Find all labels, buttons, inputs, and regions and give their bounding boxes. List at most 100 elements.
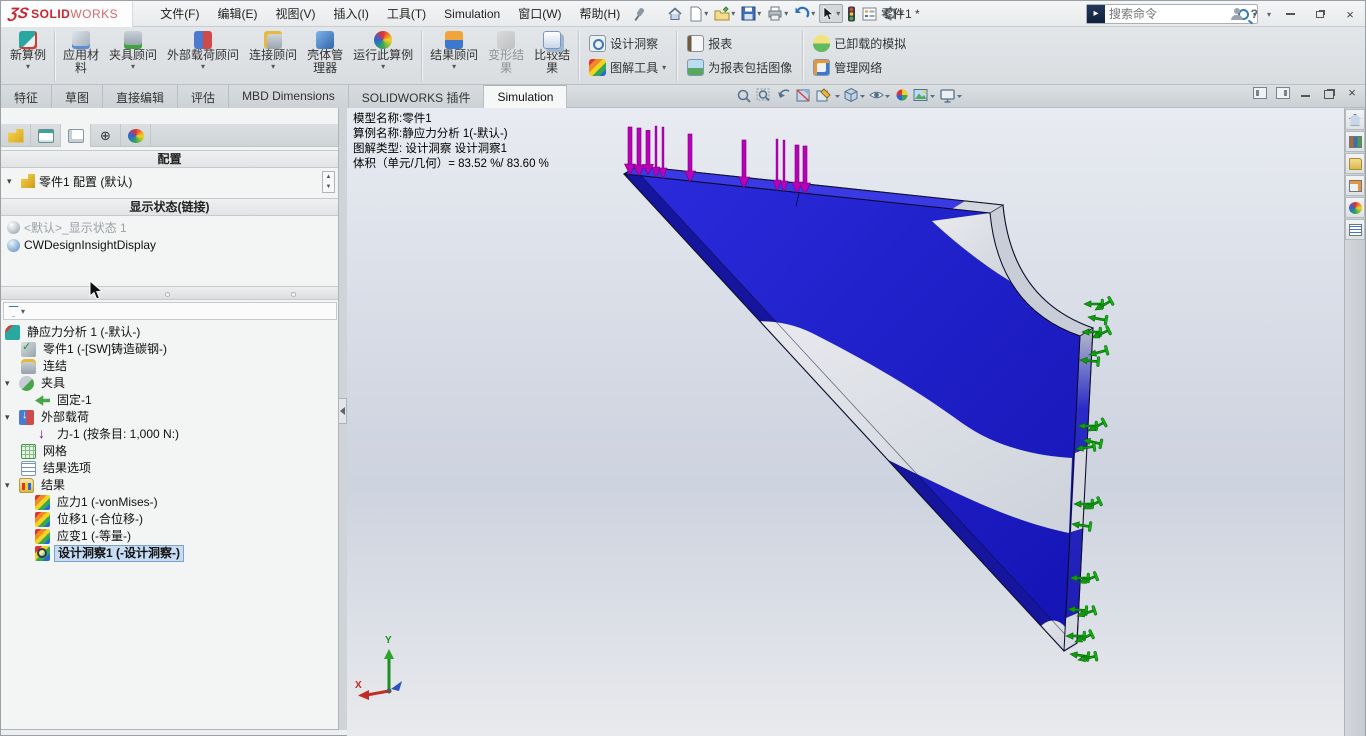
view-orientation-icon[interactable]	[845, 89, 857, 102]
open-button[interactable]: ▾	[712, 5, 737, 23]
help-button[interactable]: ?	[1251, 7, 1258, 21]
taskpane-file-explorer-button[interactable]	[1345, 153, 1365, 174]
panel-splitter[interactable]	[1, 286, 338, 300]
connections-advisor-button[interactable]: 连接顾问 ▾	[244, 30, 302, 82]
plot-tools-button[interactable]: 图解工具 ▾	[586, 57, 669, 78]
tab-simulation[interactable]: Simulation	[484, 85, 567, 108]
expand-caret[interactable]	[7, 176, 17, 187]
taskpane-view-palette-button[interactable]	[1345, 175, 1365, 196]
menu-view[interactable]: 视图(V)	[267, 1, 325, 26]
pane-left-icon[interactable]	[1253, 87, 1267, 99]
tree-item-external-loads[interactable]: 外部载荷	[1, 409, 338, 426]
configurationmanager-tab[interactable]	[61, 124, 91, 147]
hide-show-caret[interactable]	[885, 95, 890, 98]
view-settings-icon[interactable]	[941, 90, 954, 102]
annotation-view-caret[interactable]	[835, 95, 840, 98]
user-account-icon[interactable]	[1231, 8, 1243, 20]
pin-menu-icon[interactable]	[633, 7, 647, 21]
menu-tools[interactable]: 工具(T)	[378, 1, 435, 26]
tree-item-results[interactable]: 结果	[1, 477, 338, 494]
new-study-button[interactable]: 新算例 ▾	[5, 30, 51, 82]
design-insight-button[interactable]: 设计洞察	[586, 33, 669, 54]
tree-item-result-options[interactable]: 结果选项	[1, 460, 338, 477]
doc-close-button[interactable]: ×	[1345, 87, 1359, 99]
offloaded-simulation-button[interactable]: 已卸载的模拟	[810, 33, 909, 54]
restore-button[interactable]	[1309, 5, 1331, 23]
select-tool-button[interactable]: ▾	[819, 4, 843, 23]
tab-features[interactable]: 特征	[1, 85, 52, 108]
expand-caret[interactable]	[5, 378, 15, 389]
menu-window[interactable]: 窗口(W)	[509, 1, 570, 26]
tree-item-connections[interactable]: 连结	[1, 358, 338, 375]
home-button[interactable]	[665, 5, 685, 23]
tree-item-fixtures[interactable]: 夹具	[1, 375, 338, 392]
filter-caret[interactable]: ▾	[21, 307, 25, 316]
options-list-button[interactable]	[860, 6, 879, 22]
panel-collapse-button[interactable]	[338, 398, 347, 424]
apply-scene-icon[interactable]	[914, 90, 927, 101]
doc-minimize-button[interactable]	[1299, 87, 1313, 99]
undo-button[interactable]: ▾	[792, 5, 817, 22]
view-orientation-caret[interactable]	[860, 95, 865, 98]
tree-item-force-1[interactable]: 力-1 (按条目: 1,000 N:)	[1, 426, 338, 443]
tree-item-design-insight1[interactable]: 设计洞察1 (-设计洞察-)	[1, 545, 338, 562]
tab-solidworks-addins[interactable]: SOLIDWORKS 插件	[349, 85, 485, 108]
zoom-to-fit-icon[interactable]	[739, 91, 751, 103]
displaymanager-tab[interactable]	[121, 124, 151, 147]
taskpane-appearances-button[interactable]	[1345, 197, 1365, 218]
tab-mbd-dimensions[interactable]: MBD Dimensions	[229, 85, 349, 108]
menu-file[interactable]: 文件(F)	[151, 1, 208, 26]
menu-simulation[interactable]: Simulation	[435, 3, 509, 25]
menu-help[interactable]: 帮助(H)	[571, 1, 630, 26]
print-button[interactable]: ▾	[765, 5, 790, 22]
tree-item-displacement1[interactable]: 位移1 (-合位移-)	[1, 511, 338, 528]
section-view-icon[interactable]	[797, 90, 809, 101]
search-input[interactable]	[1109, 7, 1238, 21]
manage-network-button[interactable]: 管理网络	[810, 57, 909, 78]
previous-view-icon[interactable]	[778, 90, 789, 98]
menu-edit[interactable]: 编辑(E)	[209, 1, 267, 26]
config-spinner[interactable]: ▲▼	[322, 171, 335, 193]
tree-item-stress1[interactable]: 应力1 (-vonMises-)	[1, 494, 338, 511]
menu-insert[interactable]: 插入(I)	[325, 1, 378, 26]
shell-manager-button[interactable]: 壳体管 理器	[302, 30, 348, 82]
zoom-to-area-icon[interactable]	[757, 89, 769, 101]
fixtures-advisor-button[interactable]: 夹具顾问 ▾	[104, 30, 162, 82]
doc-restore-button[interactable]	[1322, 87, 1336, 99]
featuremanager-tab[interactable]	[1, 124, 31, 147]
view-settings-caret[interactable]	[957, 95, 962, 98]
model-front-face[interactable]	[624, 166, 1093, 653]
taskpane-custom-properties-button[interactable]	[1345, 219, 1365, 240]
new-document-button[interactable]: ▾	[687, 5, 710, 23]
results-advisor-button[interactable]: 结果顾问 ▾	[425, 30, 483, 82]
tree-item-strain1[interactable]: 应变1 (-等量-)	[1, 528, 338, 545]
tree-item-static-study[interactable]: 静应力分析 1 (-默认-)	[1, 324, 338, 341]
taskpane-design-library-button[interactable]	[1345, 131, 1365, 152]
include-image-for-report-button[interactable]: 为报表包括图像	[684, 57, 795, 78]
expand-caret[interactable]	[5, 480, 15, 491]
help-caret[interactable]: ▾	[1267, 10, 1271, 19]
apply-scene-caret[interactable]	[930, 95, 935, 98]
minimize-button[interactable]	[1279, 5, 1301, 23]
hide-show-items-icon[interactable]	[870, 92, 883, 98]
tab-evaluate[interactable]: 评估	[178, 85, 229, 108]
taskpane-home-button[interactable]	[1345, 109, 1365, 130]
tree-item-mesh[interactable]: 网格	[1, 443, 338, 460]
annotation-view-icon[interactable]	[817, 89, 830, 101]
apply-material-button[interactable]: 应用材 料	[58, 30, 104, 82]
report-button[interactable]: 报表	[684, 33, 795, 54]
propertymanager-tab[interactable]	[31, 124, 61, 147]
tree-item-fixed-1[interactable]: 固定-1	[1, 392, 338, 409]
tab-direct-editing[interactable]: 直接编辑	[103, 85, 178, 108]
rebuild-button[interactable]	[845, 5, 858, 23]
run-study-button[interactable]: 运行此算例 ▾	[348, 30, 418, 82]
tree-item-part[interactable]: 零件1 (-[SW]铸造碳钢-)	[1, 341, 338, 358]
compare-results-button[interactable]: 比较结 果	[529, 30, 575, 82]
graphics-viewport[interactable]: 模型名称:零件1 算例名称:静应力分析 1(-默认-) 图解类型: 设计洞察 设…	[347, 108, 1346, 736]
tree-filter[interactable]: ▾	[3, 302, 337, 320]
dimxpertmanager-tab[interactable]: ⊕	[91, 124, 121, 147]
display-state-default-row[interactable]: <默认>_显示状态 1	[1, 218, 338, 236]
close-button[interactable]: ×	[1339, 5, 1361, 23]
external-loads-advisor-button[interactable]: 外部载荷顾问 ▾	[162, 30, 244, 82]
save-button[interactable]: ▾	[739, 5, 763, 22]
